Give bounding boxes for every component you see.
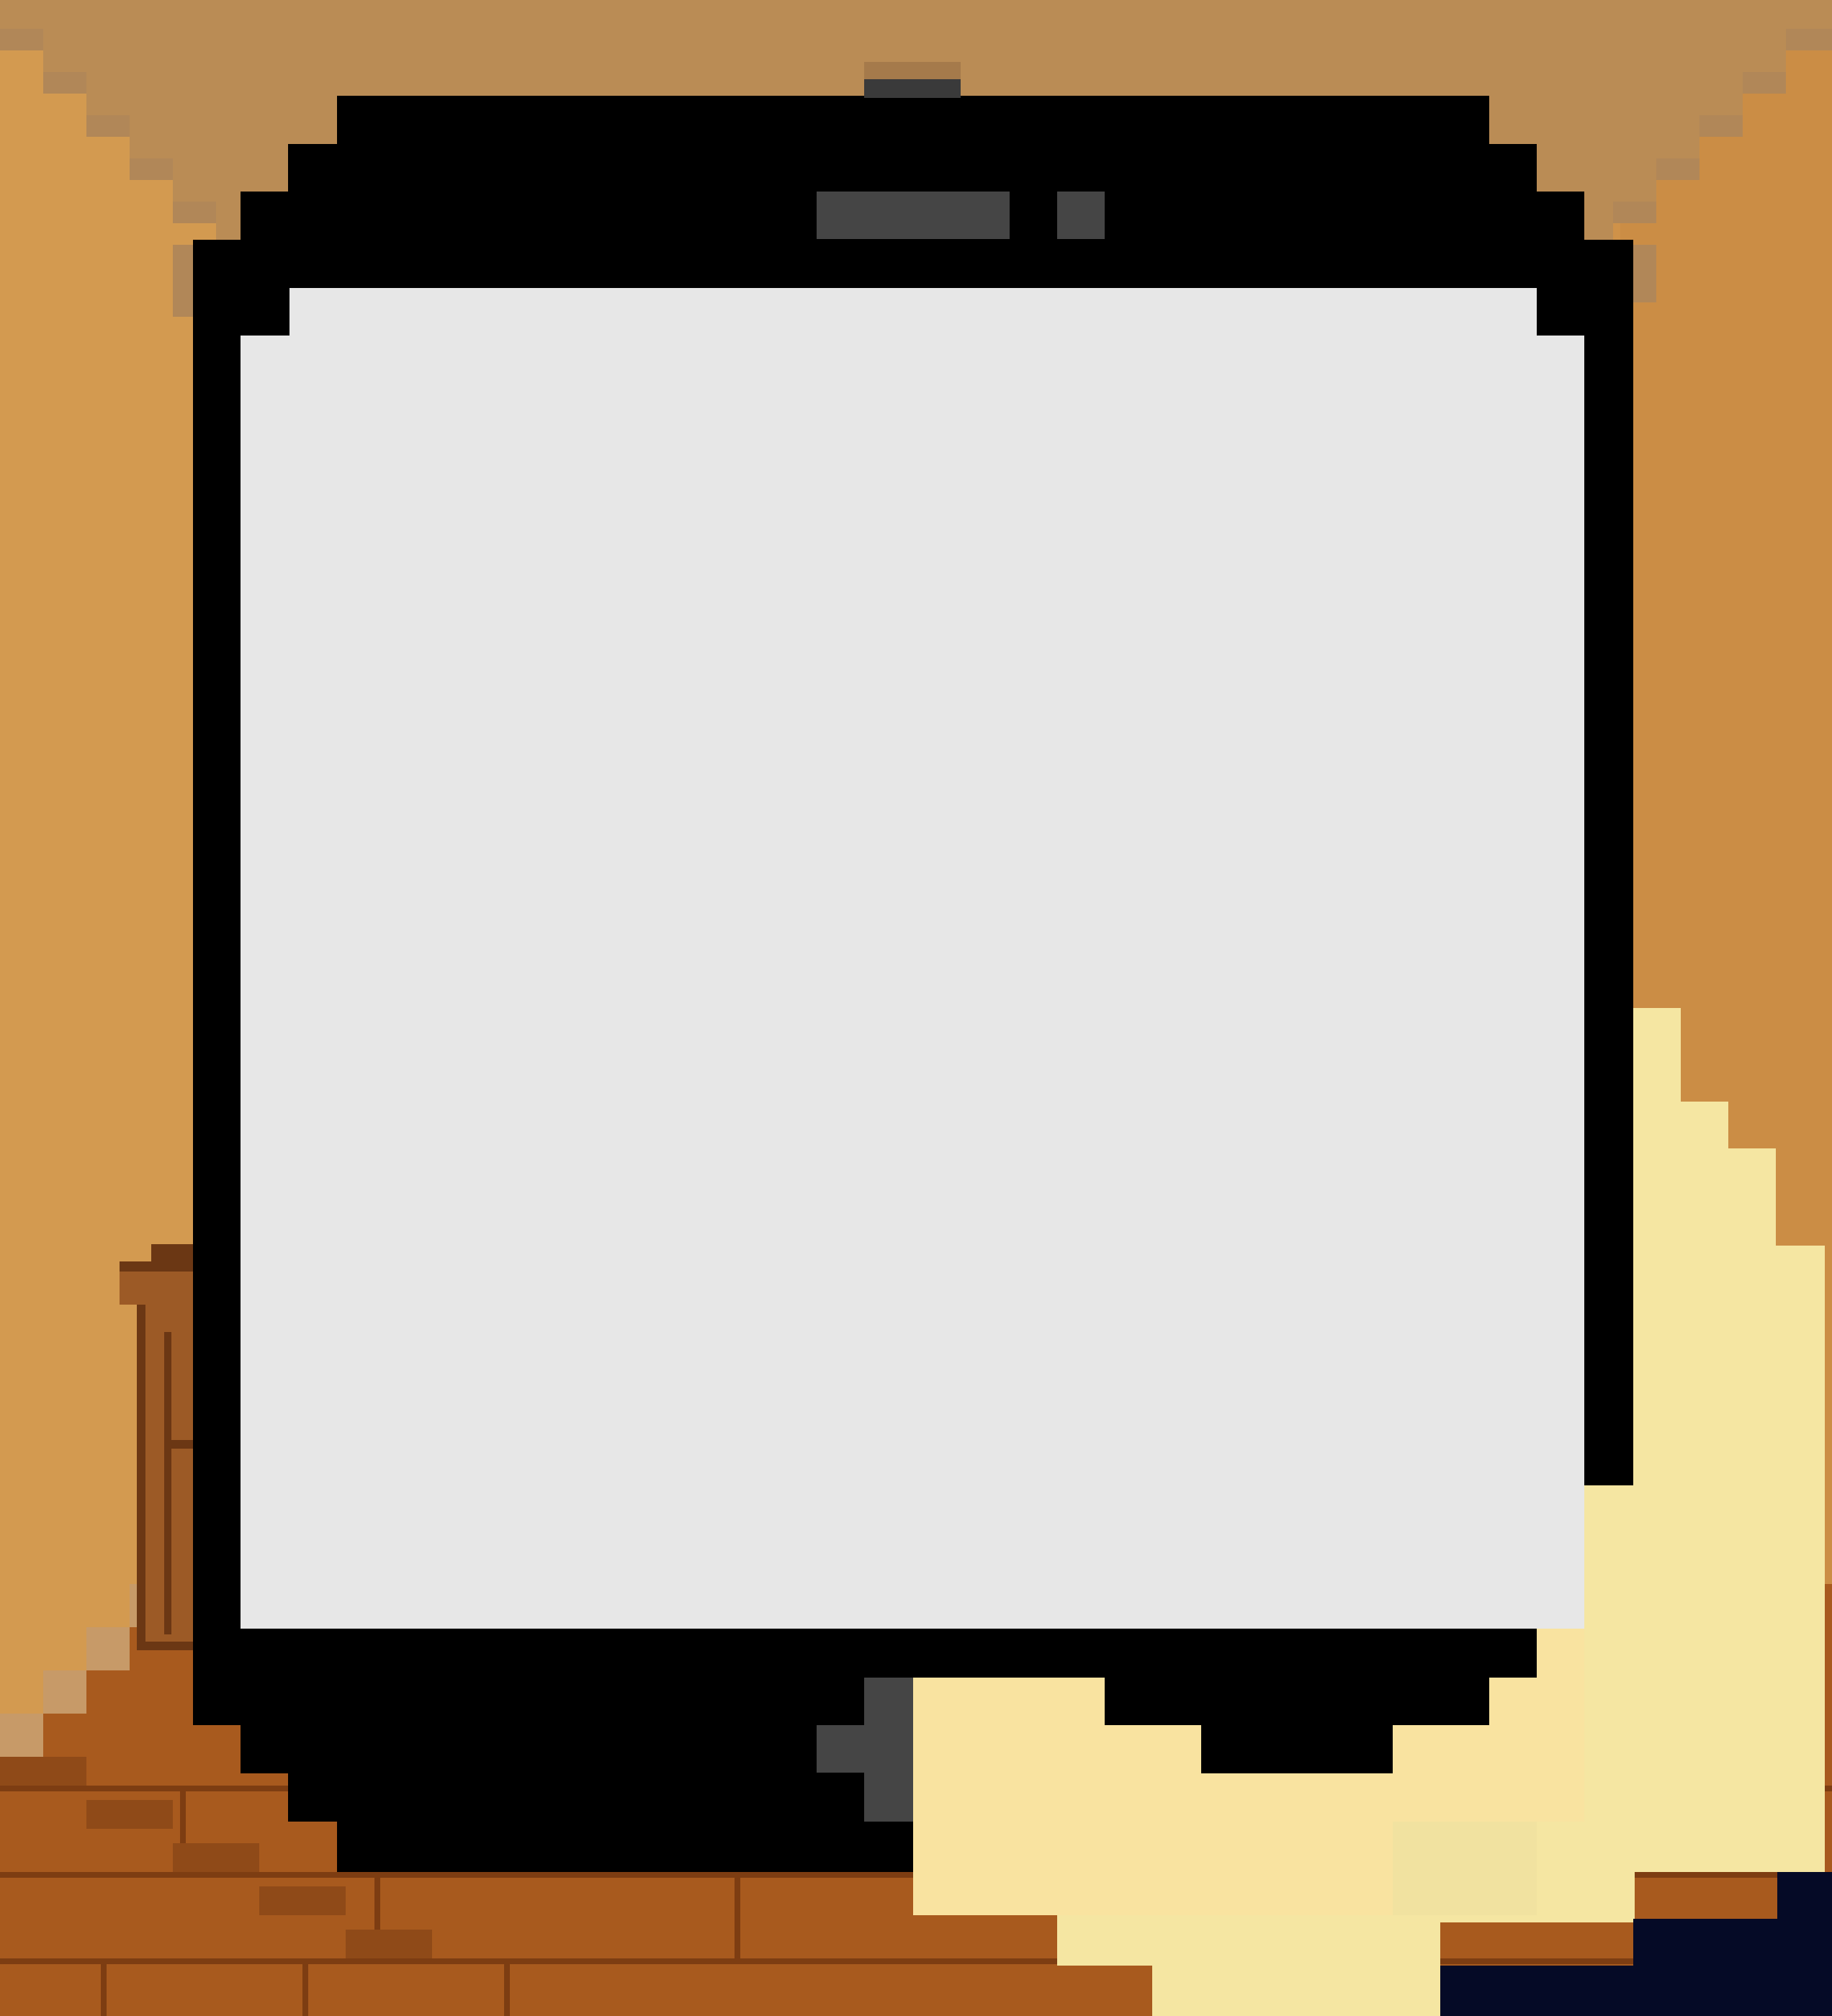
thumb bbox=[913, 1629, 1584, 1872]
game-scene bbox=[0, 0, 1832, 2016]
thumb-shape bbox=[913, 1629, 1584, 1872]
